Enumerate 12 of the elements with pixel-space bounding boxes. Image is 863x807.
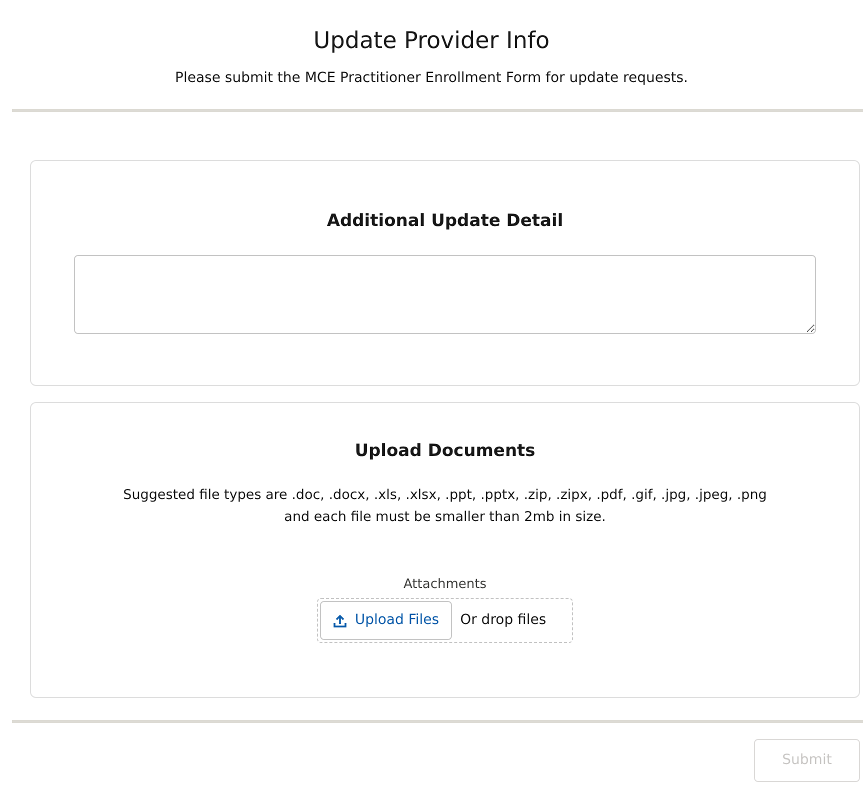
page-subtitle: Please submit the MCE Practitioner Enrollment Form for update requests. bbox=[174, 68, 689, 88]
detail-textarea[interactable] bbox=[74, 254, 816, 334]
section-heading: Additional Update Detail bbox=[326, 210, 564, 231]
field-label: Attachments bbox=[404, 576, 486, 594]
upload-button[interactable]: Upload Files bbox=[320, 601, 452, 640]
upload-icon bbox=[332, 614, 347, 628]
section-heading: Upload Documents bbox=[354, 440, 536, 462]
file-size-note: and each file must be smaller than 2mb in size. bbox=[283, 508, 607, 527]
drop-zone[interactable]: Upload Files Or drop files bbox=[316, 598, 574, 644]
page-title: Update Provider Info bbox=[312, 27, 551, 56]
drop-text: Or drop files bbox=[460, 611, 548, 630]
file-types-note: Suggested file types are .doc, .docx, .xls, .xlsx, .ppt, .pptx, .zip, .zipx, .pdf, .gif, .jpg, .jpeg, .png bbox=[123, 486, 767, 506]
